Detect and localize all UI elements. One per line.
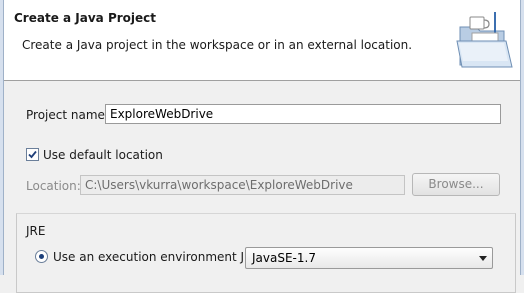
project-name-field[interactable]: ExploreWebDrive — [105, 104, 501, 124]
java-project-folder-icon — [456, 12, 513, 68]
wizard-header: Create a Java Project Create a Java proj… — [4, 0, 520, 81]
wizard-title: Create a Java Project — [14, 11, 157, 25]
project-name-label: Project name: — [26, 108, 109, 122]
location-field[interactable]: C:\Users\vkurra\workspace\ExploreWebDriv… — [80, 175, 405, 195]
radio-selected-dot — [39, 254, 44, 259]
checkmark-icon — [28, 150, 37, 159]
use-default-location-checkbox[interactable] — [26, 148, 39, 161]
execution-environment-value: JavaSE-1.7 — [252, 251, 316, 265]
jre-group-label: JRE — [26, 224, 46, 238]
chevron-down-icon — [479, 256, 487, 261]
execution-environment-label: Use an execution environment JRE: — [53, 250, 265, 264]
browse-button[interactable]: Browse... — [412, 173, 500, 196]
use-default-location-label: Use default location — [43, 148, 163, 162]
wizard-description: Create a Java project in the workspace o… — [22, 38, 413, 52]
execution-environment-dropdown[interactable]: JavaSE-1.7 — [245, 247, 493, 269]
location-label: Location: — [26, 179, 81, 193]
window-right-border — [520, 0, 524, 275]
execution-environment-radio[interactable] — [35, 250, 48, 263]
